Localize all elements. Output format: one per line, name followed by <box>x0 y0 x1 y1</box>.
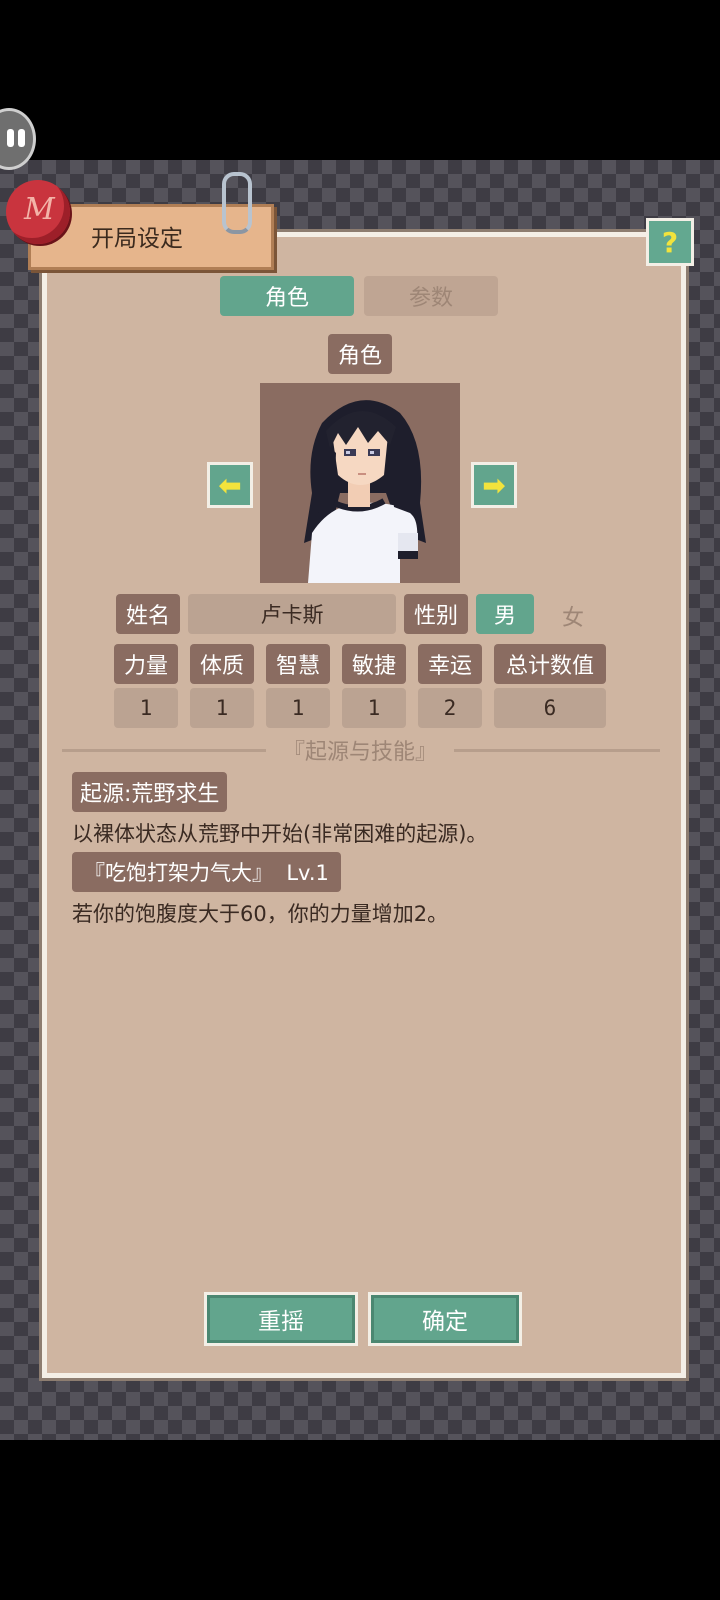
origin-description: 以裸体状态从荒野中开始(非常困难的起源)。 <box>72 822 488 846</box>
help-button[interactable]: ? <box>646 218 694 266</box>
gender-female-option[interactable]: 女 <box>550 596 596 636</box>
confirm-label: 确定 <box>422 1309 468 1335</box>
seal-letter: M <box>24 192 55 227</box>
origin-skills-title: 『起源与技能』 <box>282 740 437 765</box>
divider-right <box>454 749 660 752</box>
stat-value-wisdom: 1 <box>266 688 330 728</box>
skill-label: 『吃饱打架力气大』 Lv.1 <box>72 852 341 892</box>
paperclip-icon <box>222 172 252 234</box>
character-section-label: 角色 <box>328 334 392 374</box>
name-label: 姓名 <box>116 594 180 634</box>
gender-male-option[interactable]: 男 <box>476 594 534 634</box>
wax-seal-icon: M <box>6 180 70 244</box>
stat-label-constitution: 体质 <box>190 644 254 684</box>
stat-value-constitution: 1 <box>190 688 254 728</box>
arrow-right-icon: ➡ <box>482 468 506 502</box>
stat-label-agility: 敏捷 <box>342 644 406 684</box>
stat-label-wisdom: 智慧 <box>266 644 330 684</box>
name-field[interactable]: 卢卡斯 <box>188 594 396 634</box>
page-title: 开局设定 <box>91 226 183 252</box>
reroll-button[interactable]: 重摇 <box>204 1292 358 1346</box>
prev-character-button[interactable]: ⬅ <box>207 462 253 508</box>
next-character-button[interactable]: ➡ <box>471 462 517 508</box>
character-portrait <box>260 383 460 583</box>
stat-value-luck: 2 <box>418 688 482 728</box>
arrow-left-icon: ⬅ <box>218 468 242 502</box>
skill-description: 若你的饱腹度大于60，你的力量增加2。 <box>72 902 449 926</box>
tab-parameters[interactable]: 参数 <box>364 276 498 316</box>
stat-label-strength: 力量 <box>114 644 178 684</box>
tab-character[interactable]: 角色 <box>220 276 354 316</box>
stat-value-agility: 1 <box>342 688 406 728</box>
stat-label-total: 总计数值 <box>494 644 606 684</box>
stat-label-luck: 幸运 <box>418 644 482 684</box>
gender-label: 性别 <box>404 594 468 634</box>
divider-left <box>62 749 266 752</box>
stat-value-total: 6 <box>494 688 606 728</box>
reroll-label: 重摇 <box>258 1309 304 1335</box>
stat-value-strength: 1 <box>114 688 178 728</box>
origin-label: 起源:荒野求生 <box>72 772 228 812</box>
confirm-button[interactable]: 确定 <box>368 1292 522 1346</box>
